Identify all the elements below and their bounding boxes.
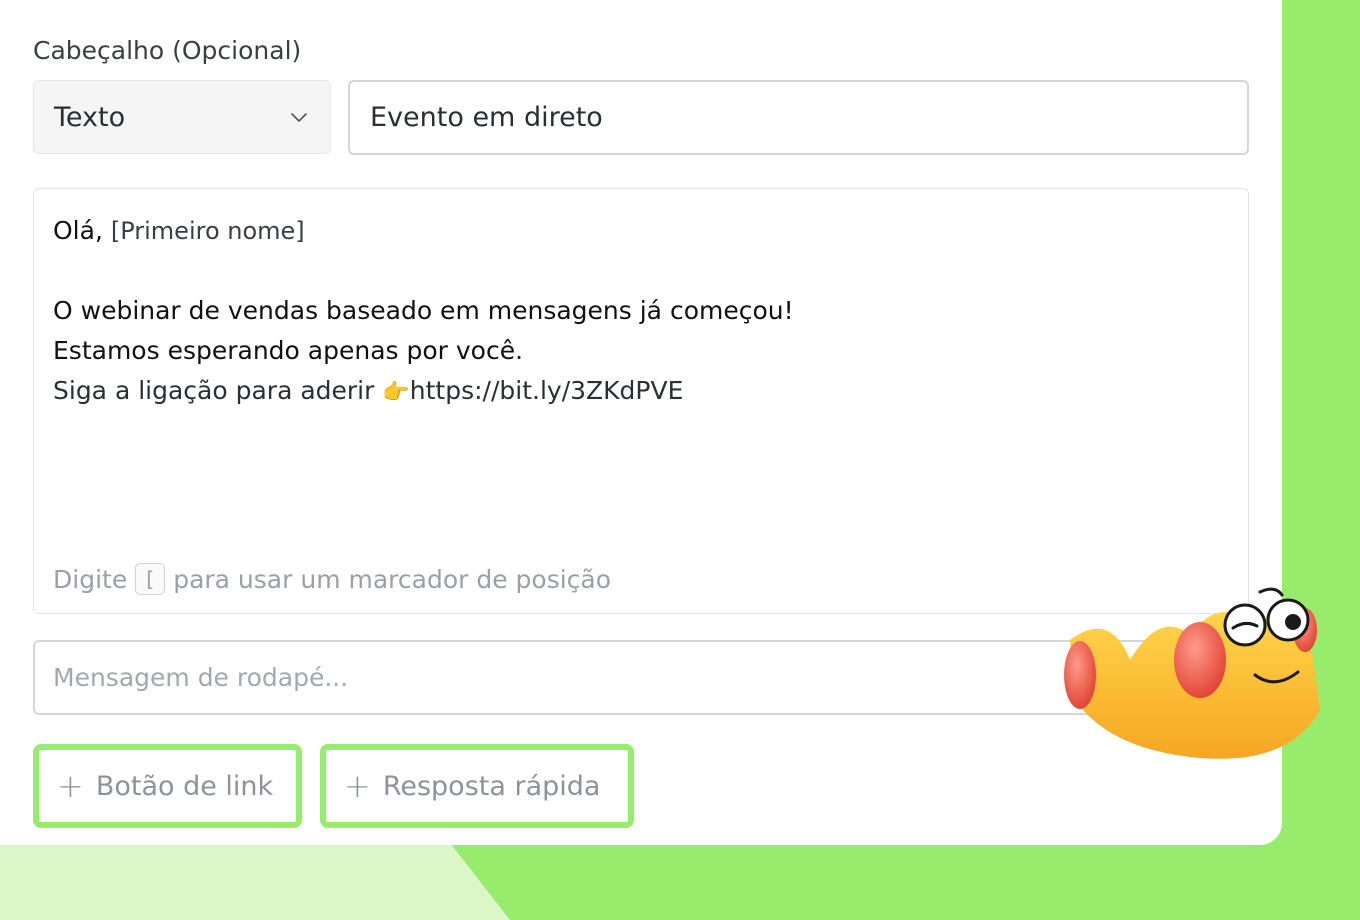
add-quick-reply-label: Resposta rápida xyxy=(382,770,601,802)
crown-mascot-icon xyxy=(1064,587,1320,759)
pointing-hand-icon: 👉 xyxy=(382,380,410,405)
add-link-label: Botão de link xyxy=(95,770,274,802)
add-quick-reply-button[interactable]: + Resposta rápida xyxy=(320,744,634,828)
first-name-placeholder-token[interactable]: [Primeiro nome] xyxy=(111,217,305,245)
add-link-button[interactable]: + Botão de link xyxy=(33,744,302,828)
hint-before: Digite xyxy=(53,564,128,594)
body-line-1: O webinar de vendas baseado em mensagens… xyxy=(53,296,794,325)
footer-placeholder: Mensagem de rodapé... xyxy=(53,663,349,692)
greeting-line: Olá, [Primeiro nome] xyxy=(53,211,1248,251)
plus-icon: + xyxy=(57,767,84,805)
plus-icon: + xyxy=(344,767,371,805)
join-url: https://bit.ly/3ZKdPVE xyxy=(409,376,684,405)
body-line-2: Estamos esperando apenas por você. xyxy=(53,336,524,365)
placeholder-hint: Digite [ para usar um marcador de posiçã… xyxy=(53,563,611,595)
header-type-value: Texto xyxy=(54,101,126,133)
chevron-down-icon xyxy=(291,113,307,122)
header-text-value: Evento em direto xyxy=(370,102,603,133)
header-type-select[interactable]: Texto xyxy=(33,80,331,154)
bracket-key-icon: [ xyxy=(135,563,166,595)
header-text-input[interactable]: Evento em direto xyxy=(348,80,1249,155)
header-label: Cabeçalho (Opcional) xyxy=(33,36,302,65)
message-body-textarea[interactable]: Olá, [Primeiro nome] O webinar de vendas… xyxy=(33,188,1249,614)
join-text: Siga a ligação para aderir xyxy=(53,376,375,405)
body-line-3: Siga a ligação para aderir 👉https://bit.… xyxy=(53,371,1248,411)
greeting-prefix: Olá, xyxy=(53,216,103,245)
hint-after: para usar um marcador de posição xyxy=(173,564,612,594)
